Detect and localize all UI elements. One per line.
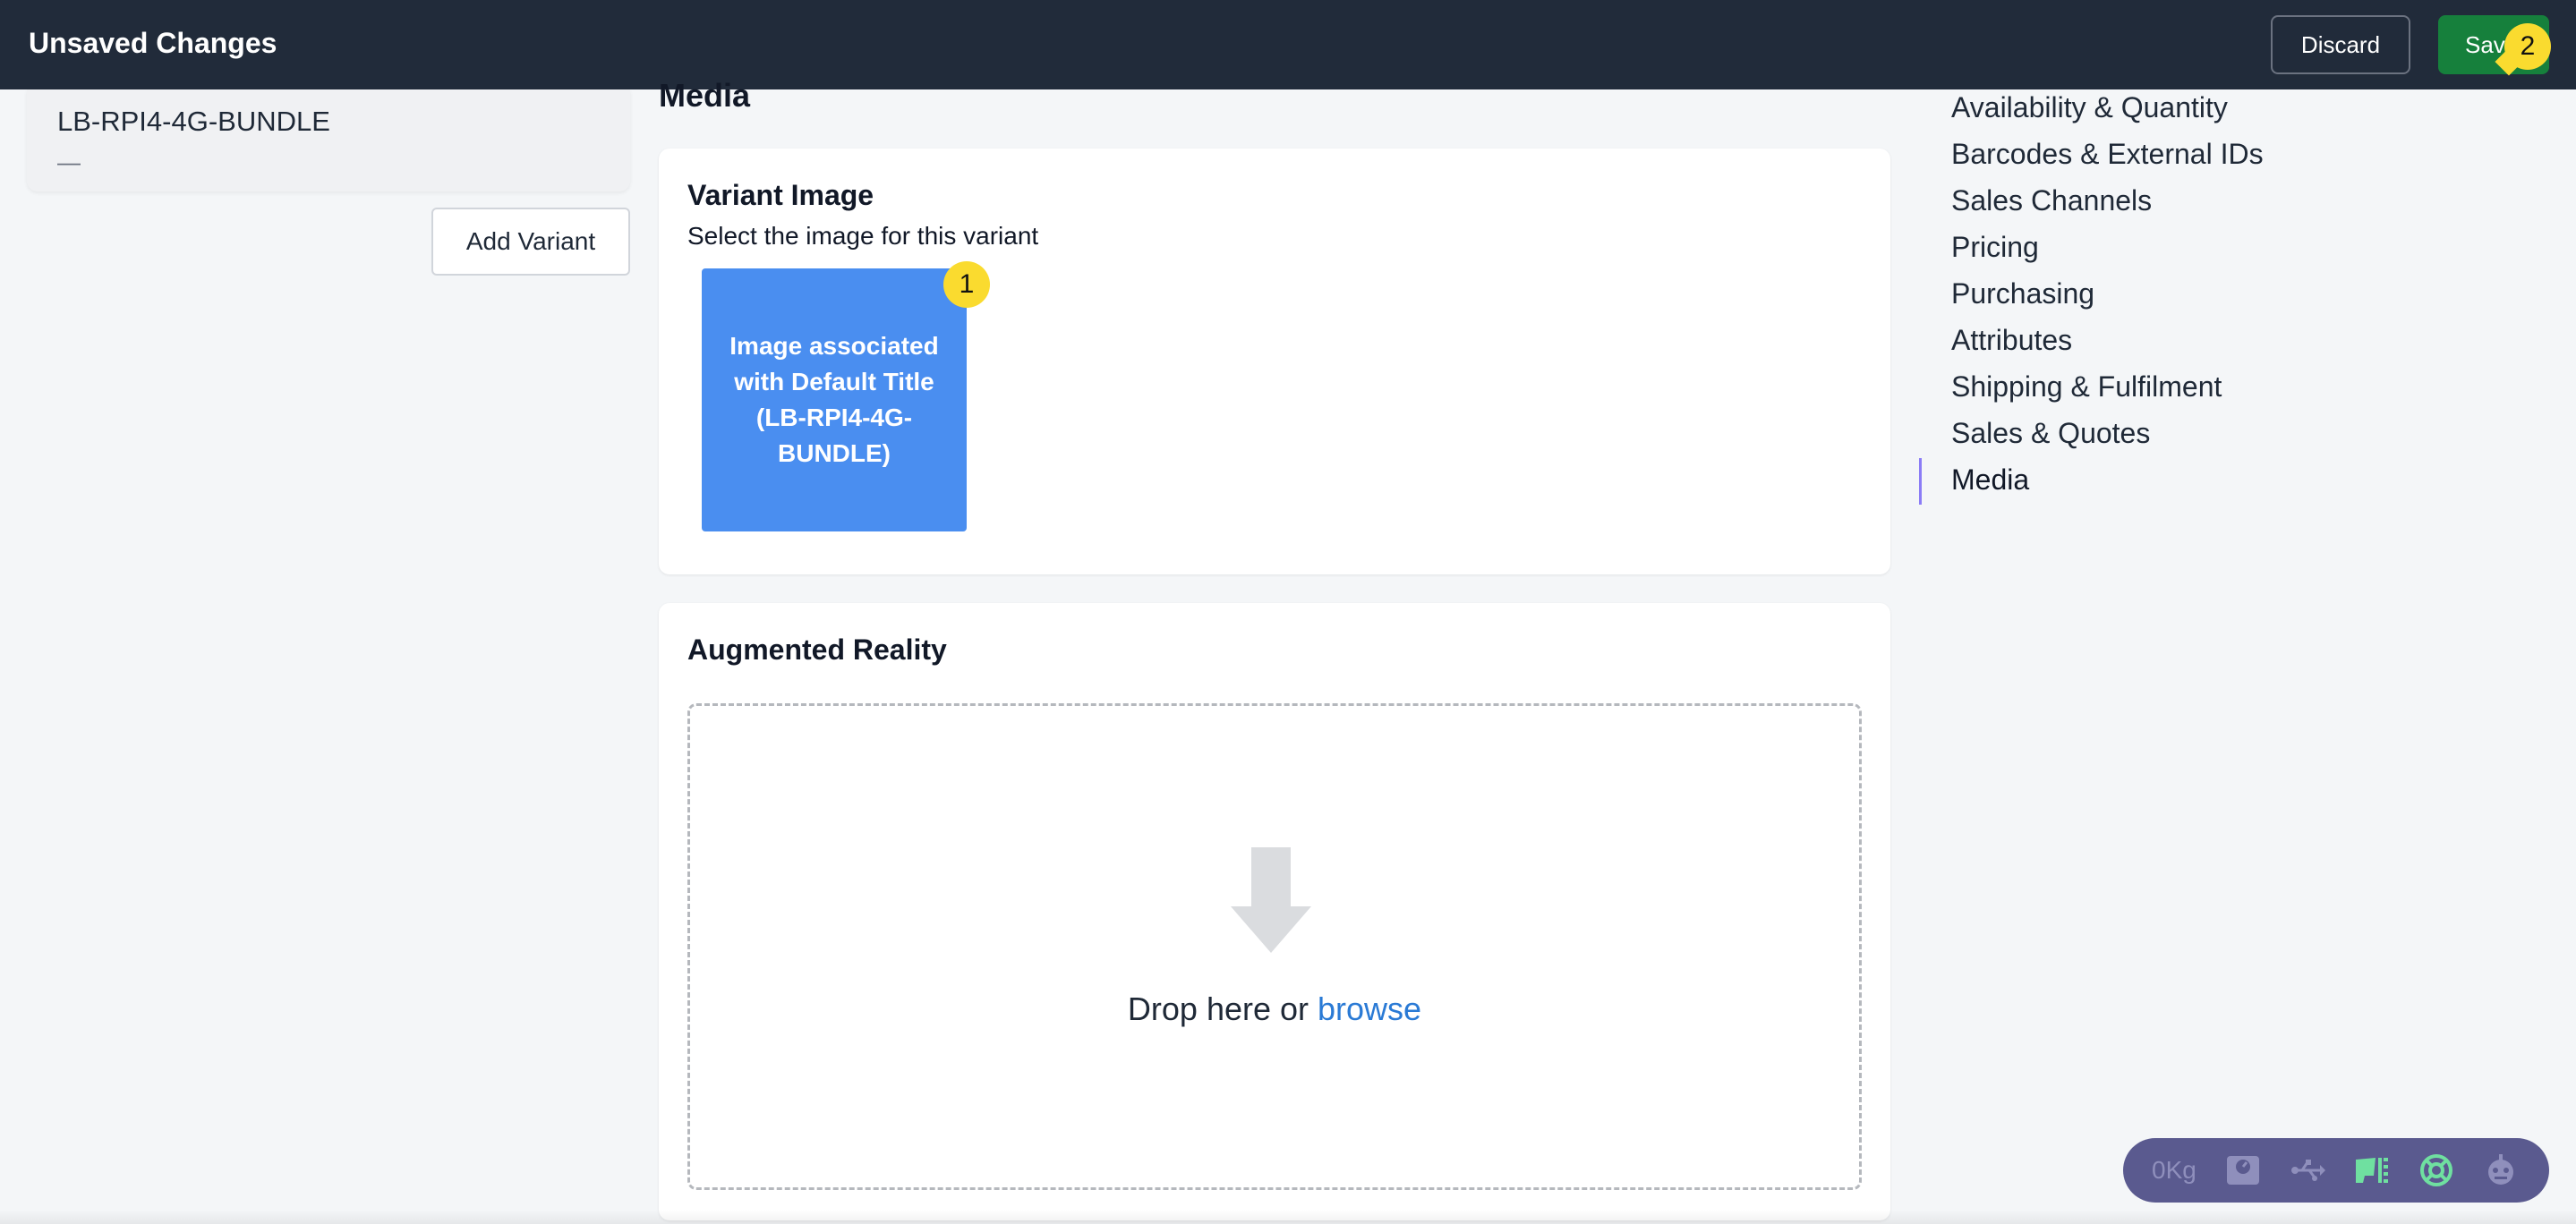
nav-item-attributes[interactable]: Attributes [1951,324,2072,357]
add-variant-button[interactable]: Add Variant [431,208,630,276]
variant-image-title: Variant Image [687,179,874,211]
device-toolbar: 0Kg [2123,1138,2549,1203]
variant-image-tile[interactable]: Image associated with Default Title (LB-… [702,268,967,531]
augmented-reality-card: Augmented Reality Drop here or browse [659,603,1890,1220]
file-dropzone[interactable]: Drop here or browse [687,703,1862,1190]
page-title: Media [659,77,751,114]
nav-item-availability[interactable]: Availability & Quantity [1951,91,2228,124]
usb-icon[interactable] [2290,1152,2325,1188]
drop-instruction: Drop here or browse [690,990,1859,1028]
annotation-badge-2: 2 [2504,23,2551,70]
annotation-badge-1: 1 [943,261,990,308]
browse-link[interactable]: browse [1318,990,1421,1027]
nav-item-sales-channels[interactable]: Sales Channels [1951,184,2152,217]
download-arrow-icon [1231,847,1311,953]
variant-image-label: Image associated with Default Title (LB-… [729,332,939,467]
nav-item-shipping[interactable]: Shipping & Fulfilment [1951,370,2222,404]
top-bar: Unsaved Changes Discard Save 2 [0,0,2576,89]
printer-icon[interactable] [2354,1152,2390,1188]
robot-icon[interactable] [2483,1152,2519,1188]
nav-item-barcodes[interactable]: Barcodes & External IDs [1951,138,2264,171]
variant-image-subtitle: Select the image for this variant [687,222,1039,250]
active-indicator [1919,458,1922,505]
variant-subtitle: — [57,149,81,175]
variant-sku: LB-RPI4-4G-BUNDLE [57,106,330,137]
augmented-reality-title: Augmented Reality [687,633,947,666]
nav-item-purchasing[interactable]: Purchasing [1951,277,2094,310]
unsaved-changes-title: Unsaved Changes [29,27,277,59]
nav-item-media[interactable]: Media [1951,463,2029,497]
discard-button[interactable]: Discard [2271,15,2410,74]
bottom-shadow [0,1210,2576,1224]
nav-item-pricing[interactable]: Pricing [1951,231,2039,264]
variant-list-item[interactable]: LB-RPI4-4G-BUNDLE — [27,89,630,191]
scale-icon[interactable] [2225,1152,2261,1188]
help-ring-icon[interactable] [2418,1152,2454,1188]
variant-image-card: Variant Image Select the image for this … [659,149,1890,574]
nav-item-sales-quotes[interactable]: Sales & Quotes [1951,417,2150,450]
weight-readout: 0Kg [2152,1156,2196,1184]
drop-text: Drop here or [1127,990,1318,1027]
